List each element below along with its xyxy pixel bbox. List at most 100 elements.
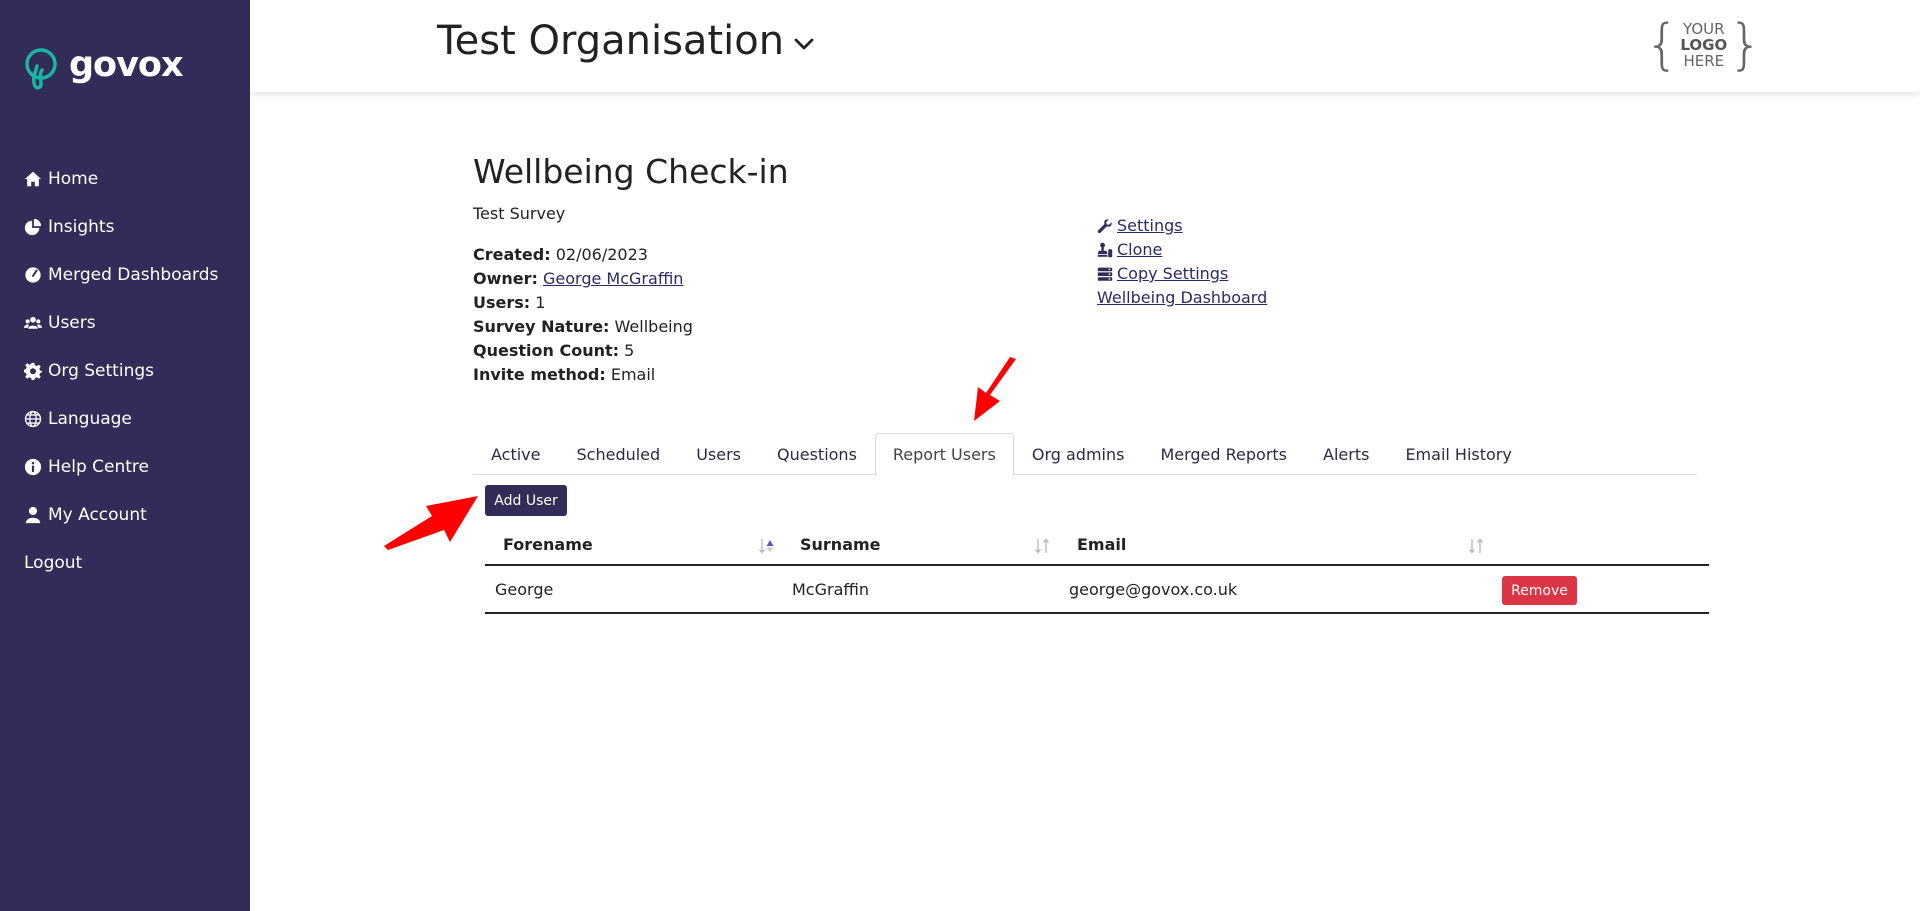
sidebar-item-users[interactable]: Users — [0, 299, 250, 347]
col-email-header[interactable]: Email — [1077, 524, 1126, 566]
brand-name: govox — [69, 45, 184, 85]
meta-value: 1 — [535, 293, 546, 312]
globe-icon — [24, 410, 42, 428]
tab-active[interactable]: Active — [473, 433, 559, 475]
survey-subtitle: Test Survey — [473, 204, 566, 223]
sidebar-item-my-account[interactable]: My Account — [0, 491, 250, 539]
cell-surname: McGraffin — [792, 580, 869, 599]
cell-email: george@govox.co.uk — [1069, 580, 1238, 599]
sidebar-item-logout[interactable]: Logout — [0, 539, 250, 587]
server-icon — [1097, 267, 1113, 281]
wrench-icon — [1097, 219, 1112, 234]
survey-actions: Settings Clone Copy Settings Wellbeing D… — [1097, 214, 1267, 310]
meta-owner: Owner: George McGraffin — [473, 267, 693, 291]
table-row: George McGraffin george@govox.co.uk Remo… — [485, 566, 1709, 614]
sidebar-item-merged-dashboards[interactable]: Merged Dashboards — [0, 251, 250, 299]
tab-report-users[interactable]: Report Users — [874, 433, 1014, 476]
table-header: Forename Surname Email — [485, 524, 1709, 566]
meta-label: Owner: — [473, 269, 538, 288]
sidebar-item-label: Users — [48, 313, 96, 333]
sort-icon[interactable] — [1034, 537, 1052, 555]
right-brace-icon: } — [1728, 13, 1763, 76]
sidebar-item-insights[interactable]: Insights — [0, 203, 250, 251]
org-switcher[interactable]: Test Organisation — [437, 18, 814, 64]
meta-created: Created: 02/06/2023 — [473, 243, 693, 267]
gauge-icon — [25, 267, 41, 283]
logo-line-3: HERE — [1683, 52, 1725, 70]
sidebar: govox Home Insights Merged Dashboards Us… — [0, 0, 250, 911]
org-name: Test Organisation — [437, 18, 785, 64]
left-brace-icon: { — [1645, 13, 1680, 76]
meta-value: Wellbeing — [614, 317, 693, 336]
annotation-arrow-down-icon — [974, 357, 1016, 421]
top-header: Test Organisation { YOUR LOGO HERE } — [250, 0, 1920, 92]
settings-link-row[interactable]: Settings — [1097, 214, 1267, 238]
col-surname-header[interactable]: Surname — [800, 524, 881, 566]
cell-forename: George — [495, 580, 554, 599]
meta-value: 02/06/2023 — [555, 245, 648, 264]
sidebar-item-label: Help Centre — [48, 457, 150, 477]
owner-link[interactable]: George McGraffin — [543, 269, 683, 288]
sidebar-item-label: Org Settings — [48, 361, 154, 381]
tab-email-history[interactable]: Email History — [1387, 433, 1529, 475]
page-title: Wellbeing Check-in — [473, 152, 789, 191]
home-icon — [24, 171, 42, 187]
tab-alerts[interactable]: Alerts — [1305, 433, 1387, 475]
clone-link[interactable]: Clone — [1117, 238, 1162, 262]
org-logo-placeholder: { YOUR LOGO HERE } — [1645, 13, 1763, 76]
sidebar-item-help-centre[interactable]: Help Centre — [0, 443, 250, 491]
meta-value: Email — [610, 365, 656, 384]
sidebar-item-label: Logout — [24, 553, 83, 573]
add-user-button[interactable]: Add User — [485, 485, 567, 516]
sidebar-item-label: My Account — [48, 505, 147, 525]
wellbeing-dashboard-link[interactable]: Wellbeing Dashboard — [1097, 286, 1267, 310]
tab-org-admins[interactable]: Org admins — [1014, 433, 1143, 475]
copy-settings-link-row[interactable]: Copy Settings — [1097, 262, 1267, 286]
logo-line-1: YOUR — [1683, 20, 1725, 38]
clone-link-row[interactable]: Clone — [1097, 238, 1267, 262]
copy-settings-link[interactable]: Copy Settings — [1117, 262, 1228, 286]
settings-link[interactable]: Settings — [1117, 214, 1183, 238]
meta-label: Created: — [473, 245, 551, 264]
tab-merged-reports[interactable]: Merged Reports — [1142, 433, 1305, 475]
sidebar-item-home[interactable]: Home — [0, 155, 250, 203]
sidebar-item-language[interactable]: Language — [0, 395, 250, 443]
user-icon — [25, 506, 41, 524]
sort-icon[interactable] — [1468, 537, 1486, 555]
sort-ascending-icon[interactable] — [758, 537, 776, 555]
col-forename-header[interactable]: Forename — [503, 524, 593, 566]
sidebar-item-label: Merged Dashboards — [48, 265, 219, 285]
sidebar-nav: Home Insights Merged Dashboards Users Or… — [0, 155, 250, 587]
meta-value: 5 — [624, 341, 635, 360]
tab-users[interactable]: Users — [678, 433, 759, 475]
meta-question-count: Question Count: 5 — [473, 339, 693, 363]
sidebar-item-label: Insights — [48, 217, 115, 237]
info-icon — [24, 458, 42, 476]
annotation-arrow-right-icon — [384, 496, 478, 550]
dashboard-link-row[interactable]: Wellbeing Dashboard — [1097, 286, 1267, 310]
govox-logo-icon — [25, 48, 57, 90]
meta-invite-method: Invite method: Email — [473, 363, 693, 387]
brand-logo[interactable]: govox — [23, 45, 184, 90]
sidebar-item-org-settings[interactable]: Org Settings — [0, 347, 250, 395]
logo-line-2: LOGO — [1680, 36, 1728, 54]
gear-icon — [24, 362, 42, 380]
remove-user-button[interactable]: Remove — [1502, 576, 1577, 605]
users-icon — [24, 316, 42, 329]
report-users-table: Forename Surname Email George McGraffin … — [485, 524, 1709, 614]
chevron-down-icon — [794, 38, 814, 50]
pie-chart-icon — [24, 218, 42, 236]
survey-tabs: Active Scheduled Users Questions Report … — [473, 433, 1697, 476]
meta-users: Users: 1 — [473, 291, 693, 315]
clone-stamp-icon — [1097, 242, 1113, 258]
sidebar-item-label: Language — [48, 409, 132, 429]
logo-placeholder-text: YOUR LOGO HERE — [1680, 21, 1727, 69]
meta-label: Question Count: — [473, 341, 620, 360]
sidebar-item-label: Home — [48, 169, 99, 189]
meta-label: Users: — [473, 293, 531, 312]
meta-nature: Survey Nature: Wellbeing — [473, 315, 693, 339]
tab-questions[interactable]: Questions — [759, 433, 875, 475]
survey-meta: Created: 02/06/2023 Owner: George McGraf… — [473, 243, 693, 387]
tab-scheduled[interactable]: Scheduled — [559, 433, 679, 475]
meta-label: Survey Nature: — [473, 317, 610, 336]
